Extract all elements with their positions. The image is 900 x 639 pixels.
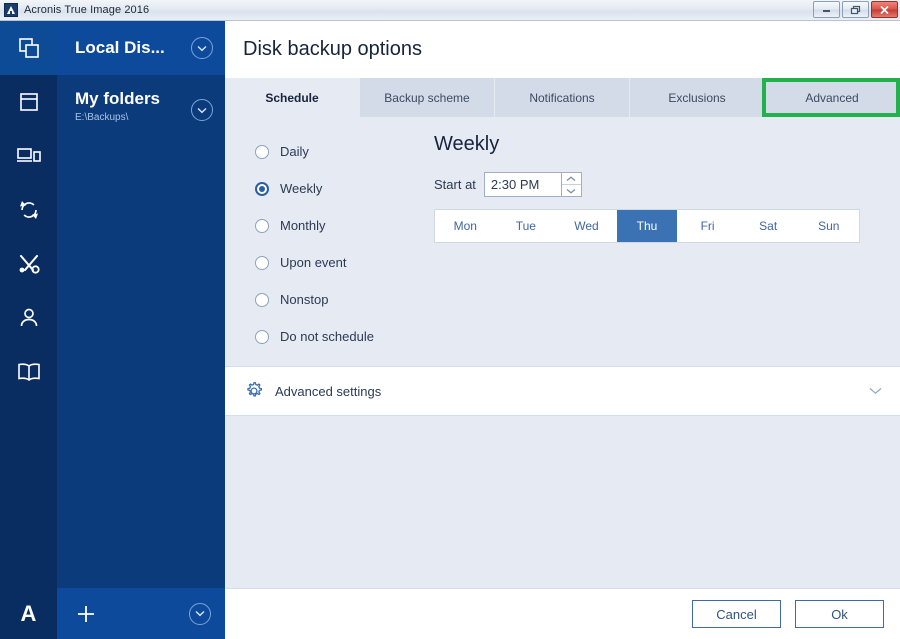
tab-backup-scheme[interactable]: Backup scheme [360,78,495,117]
rail-item-sync[interactable] [0,183,57,237]
ok-button[interactable]: Ok [795,600,884,628]
main-panel: Disk backup options Schedule Backup sche… [225,21,900,639]
window-controls [813,1,898,18]
radio-label: Daily [280,144,309,159]
radio-indicator [255,256,269,270]
radio-indicator [255,145,269,159]
advanced-settings-row[interactable]: Advanced settings [225,366,900,416]
day-button-mon[interactable]: Mon [435,210,496,242]
tools-icon [17,252,41,276]
chevron-up-icon [566,176,576,182]
start-time-stepper [562,172,582,197]
page-title: Disk backup options [243,38,422,61]
window-title: Acronis True Image 2016 [24,4,149,16]
radio-upon-event[interactable]: Upon event [255,244,415,281]
radio-do-not-schedule[interactable]: Do not schedule [255,318,415,355]
day-button-thu[interactable]: Thu [617,210,678,242]
person-icon [17,306,41,330]
chevron-down-icon[interactable] [869,387,882,395]
tab-bar: Schedule Backup scheme Notifications Exc… [225,78,900,117]
sidebar-item-label: My folders [75,89,183,109]
start-time-row: Start at 2:30 PM [434,172,900,197]
rail-item-help[interactable] [0,345,57,399]
radio-daily[interactable]: Daily [255,133,415,170]
chevron-down-icon[interactable] [191,37,213,59]
navigation-rail: A [0,21,57,639]
window-titlebar: Acronis True Image 2016 [0,0,900,21]
weekday-selector: Mon Tue Wed Thu Fri Sat Sun [434,209,860,243]
radio-indicator [255,182,269,196]
start-at-label: Start at [434,177,476,192]
radio-label: Nonstop [280,292,328,307]
sidebar-item-local-disk[interactable]: Local Dis... [57,21,225,75]
advanced-settings-label: Advanced settings [275,384,381,399]
devices-icon [16,144,42,168]
radio-indicator [255,219,269,233]
panel-header: Disk backup options [225,21,900,78]
stepper-up-button[interactable] [562,173,581,185]
tab-advanced[interactable]: Advanced [765,78,900,117]
schedule-detail: Weekly Start at 2:30 PM [415,133,900,355]
sync-arrows-icon [17,198,41,222]
dialog-footer: Cancel Ok [225,588,900,639]
day-button-sat[interactable]: Sat [738,210,799,242]
rail-item-backup[interactable] [0,21,57,75]
acronis-brand-logo: A [0,588,57,639]
schedule-detail-title: Weekly [434,133,900,156]
gear-icon [243,380,265,402]
radio-indicator [255,330,269,344]
panel-body: Daily Weekly Monthly Upon event [225,117,900,639]
close-button[interactable] [871,1,898,18]
cancel-button[interactable]: Cancel [692,600,781,628]
restore-button[interactable] [842,1,869,18]
tab-schedule[interactable]: Schedule [225,78,360,117]
radio-weekly[interactable]: Weekly [255,170,415,207]
radio-label: Monthly [280,218,326,233]
tab-exclusions[interactable]: Exclusions [630,78,765,117]
rail-item-archive[interactable] [0,75,57,129]
rail-item-sync-devices[interactable] [0,129,57,183]
chevron-down-icon[interactable] [191,99,213,121]
radio-label: Weekly [280,181,322,196]
radio-nonstop[interactable]: Nonstop [255,281,415,318]
day-button-sun[interactable]: Sun [798,210,859,242]
book-icon [16,360,42,384]
minimize-button[interactable] [813,1,840,18]
copies-icon [17,36,41,60]
day-button-fri[interactable]: Fri [677,210,738,242]
archive-box-icon [17,90,41,114]
rail-item-tools[interactable] [0,237,57,291]
backup-list-sidebar: Local Dis... My folders E:\Backups\ [57,21,225,639]
sidebar-item-label: Local Dis... [75,38,165,58]
chevron-down-icon[interactable] [189,603,211,625]
radio-monthly[interactable]: Monthly [255,207,415,244]
sidebar-item-my-folders[interactable]: My folders E:\Backups\ [57,75,225,137]
application-window: Acronis True Image 2016 [0,0,900,639]
schedule-section: Daily Weekly Monthly Upon event [225,117,900,355]
stepper-down-button[interactable] [562,185,581,196]
day-button-tue[interactable]: Tue [496,210,557,242]
rail-item-account[interactable] [0,291,57,345]
day-button-wed[interactable]: Wed [556,210,617,242]
acronis-logo-icon [4,3,18,17]
radio-label: Upon event [280,255,347,270]
start-time-input[interactable]: 2:30 PM [484,172,562,197]
add-backup-button[interactable] [75,603,97,625]
radio-indicator [255,293,269,307]
sidebar-footer [57,588,225,639]
chevron-down-icon [566,188,576,194]
tab-notifications[interactable]: Notifications [495,78,630,117]
schedule-type-radio-group: Daily Weekly Monthly Upon event [225,133,415,355]
radio-label: Do not schedule [280,329,374,344]
